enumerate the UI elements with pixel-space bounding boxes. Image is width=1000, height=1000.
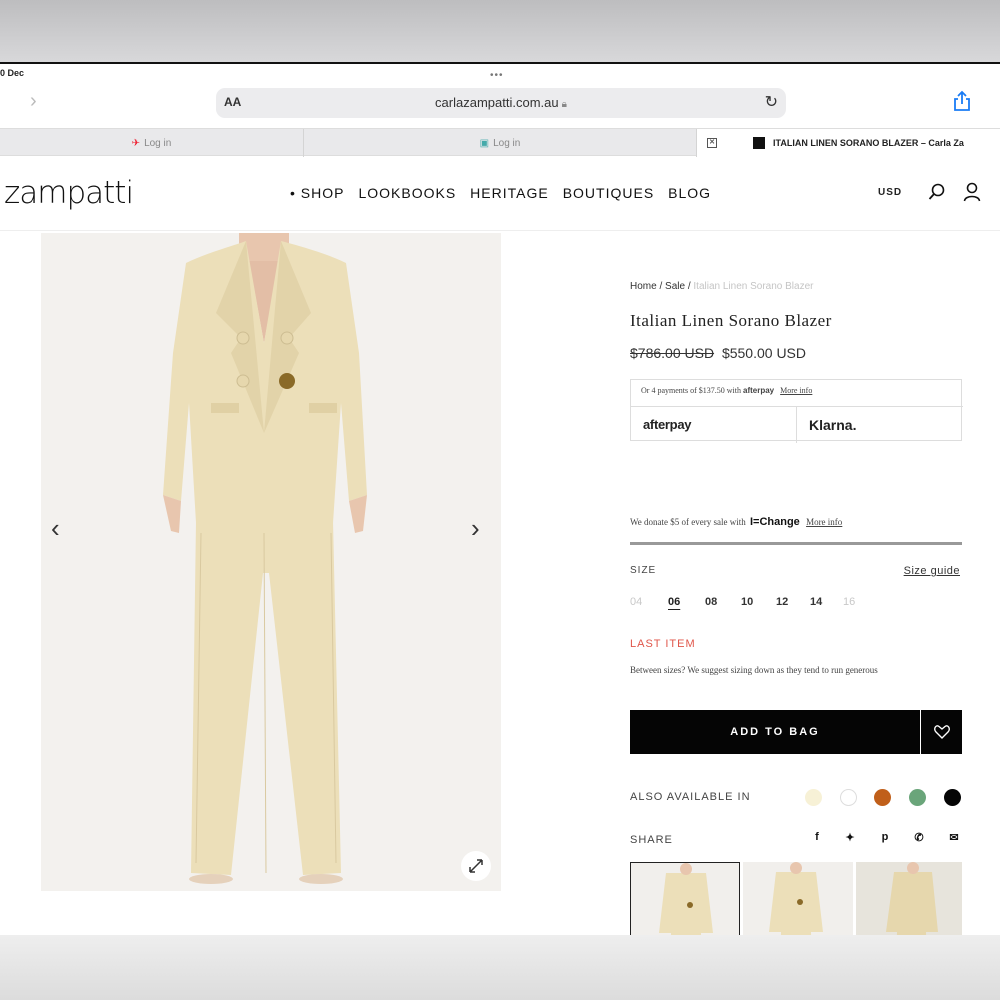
tablet-screen: 0 Dec ••• › AA carlazampatti.com.au 🔒︎ ↻ … [0,62,1000,935]
color-swatch-cream[interactable] [805,789,822,806]
currency-selector[interactable]: USD [878,187,902,198]
product-title: Italian Linen Sorano Blazer [630,311,832,330]
color-swatch-green[interactable] [909,789,926,806]
account-icon[interactable] [963,182,981,202]
main-nav: • SHOP LOOKBOOKS HERITAGE BOUTIQUES BLOG [290,185,711,201]
size-option-08[interactable]: 08 [705,596,717,608]
size-option-06[interactable]: 06 [668,596,680,608]
color-swatch-rust[interactable] [874,789,891,806]
product-thumbnail-2[interactable] [743,862,853,935]
donation-more-info-link[interactable]: More info [806,517,842,527]
prev-image-chevron-icon[interactable]: ‹ [51,513,60,544]
afterpay-logo[interactable]: afterpay [643,417,691,432]
breadcrumb-home[interactable]: Home [630,281,657,292]
klarna-logo[interactable]: Klarna. [809,417,856,433]
product-thumbnail-3[interactable] [856,862,962,935]
tab-label: Log in [493,137,521,149]
reload-icon[interactable]: ↻ [765,92,778,112]
add-to-bag-button[interactable]: ADD TO BAG [630,710,920,754]
site-favicon-icon [753,137,765,149]
tab-bar: ✈︎ Log in ▣ Log in ✕ ITALIAN LINEN SORANO B… [0,128,1000,157]
product-main-image[interactable]: ‹ › [41,233,501,891]
email-icon[interactable]: ✉ [947,831,961,844]
donation-text: We donate $5 of every sale with [630,517,746,527]
url-display[interactable]: carlazampatti.com.au 🔒︎ [216,95,786,110]
size-label: SIZE [630,565,657,576]
search-icon[interactable] [928,183,946,201]
afterpay-inline-logo: afterpay [743,386,775,395]
breadcrumb-sale[interactable]: Sale [665,281,685,292]
size-option-04: 04 [630,596,643,608]
price-block: $786.00 USD $550.00 USD [630,345,806,361]
breadcrumb: Home / Sale / Italian Linen Sorano Blaze… [630,281,813,292]
whatsapp-icon[interactable]: ✆ [912,831,926,844]
wishlist-button[interactable] [921,710,962,754]
site-header: zampatti • SHOP LOOKBOOKS HERITAGE BOUTI… [0,157,1000,231]
nav-heritage[interactable]: HERITAGE [470,185,549,201]
forward-chevron-icon[interactable]: › [30,90,37,113]
heart-icon [933,725,950,739]
product-thumbnail-1[interactable] [630,862,740,935]
airline-favicon-icon: ✈︎ [131,137,141,149]
twitter-icon[interactable]: ✦ [843,831,857,844]
payment-provider-row: afterpay Klarna. [631,406,963,443]
tab-label: Log in [144,137,172,149]
multitask-dots[interactable]: ••• [490,70,504,81]
tab-label: ITALIAN LINEN SORANO BLAZER – Carla Za [773,138,964,148]
nav-blog[interactable]: BLOG [668,185,711,201]
breadcrumb-separator: / [687,281,691,292]
installments-text: Or 4 payments of $137.50 with [641,386,741,395]
size-guide-link[interactable]: Size guide [904,565,960,577]
close-tab-icon[interactable]: ✕ [707,138,717,148]
also-available-label: ALSO AVAILABLE IN [630,791,751,803]
address-bar[interactable]: AA carlazampatti.com.au 🔒︎ ↻ [216,88,786,118]
color-swatch-white[interactable] [840,789,857,806]
size-option-16: 16 [843,596,856,608]
divider [796,407,797,443]
next-image-chevron-icon[interactable]: › [471,513,480,544]
pinterest-icon[interactable]: p [878,831,892,843]
url-text: carlazampatti.com.au [435,95,559,110]
ichange-logo: I=Change [749,516,800,528]
size-option-10[interactable]: 10 [741,596,753,608]
size-option-14[interactable]: 14 [810,596,822,608]
breadcrumb-separator: / [659,281,663,292]
breadcrumb-current: Italian Linen Sorano Blazer [693,281,814,292]
nav-shop[interactable]: • SHOP [290,185,344,201]
model-in-suit-image [41,233,501,891]
installments-line: Or 4 payments of $137.50 with afterpay M… [641,386,812,395]
sizing-note: Between sizes? We suggest sizing down as… [630,665,878,675]
facebook-icon[interactable]: f [810,831,824,843]
nav-boutiques[interactable]: BOUTIQUES [563,185,654,201]
size-option-12[interactable]: 12 [776,596,788,608]
nav-lookbooks[interactable]: LOOKBOOKS [358,185,456,201]
stock-status: LAST ITEM [630,638,696,650]
original-price: $786.00 USD [630,345,715,361]
payment-options: Or 4 payments of $137.50 with afterpay M… [630,379,963,443]
share-label: SHARE [630,834,673,846]
color-swatch-black[interactable] [944,789,961,806]
expand-icon[interactable] [461,851,491,881]
lock-icon: 🔒︎ [561,99,567,110]
installments-more-info-link[interactable]: More info [780,386,812,395]
share-icon[interactable] [952,90,972,112]
donation-line: We donate $5 of every sale with I=Change… [630,516,842,528]
tab-login-2[interactable]: ▣ Log in [304,129,697,157]
screenshot-bottom-border [0,935,1000,1000]
site-logo[interactable]: zampatti [4,175,134,211]
tab-login-1[interactable]: ✈︎ Log in [0,129,304,157]
divider [630,542,962,545]
screenshot-top-border [0,0,1000,62]
status-time: 0 Dec [0,68,25,78]
tab-active-product[interactable]: ✕ ITALIAN LINEN SORANO BLAZER – Carla Za [697,129,1000,157]
site-favicon-icon: ▣ [479,137,490,149]
sale-price: $550.00 USD [721,345,807,361]
